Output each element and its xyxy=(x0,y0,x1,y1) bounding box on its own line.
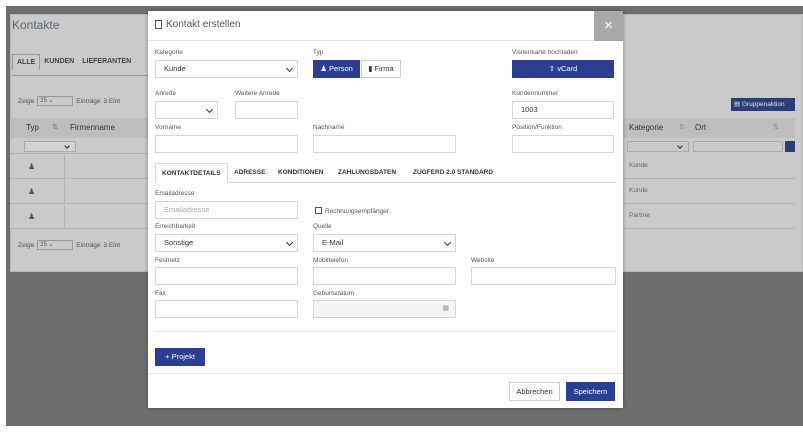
salutation-select[interactable] xyxy=(155,101,218,119)
plus-icon: + xyxy=(165,352,170,361)
invoice-recipient-label: Rechnungsempfänger xyxy=(325,208,389,215)
table-row[interactable]: ♟ xyxy=(10,205,148,229)
vcard-upload-button[interactable]: ⇧ vCard xyxy=(512,60,614,78)
type-filter-select[interactable] xyxy=(24,141,76,152)
tab-conditions[interactable]: KONDITIONEN xyxy=(272,163,330,183)
page-title: Kontakte xyxy=(12,18,60,32)
fax-label: Fax xyxy=(155,290,166,297)
modal-title: Kontakt erstellen xyxy=(155,19,241,30)
vcard-label: Visitenkarte hochladen xyxy=(512,49,578,56)
last-name-input[interactable] xyxy=(313,135,456,153)
further-salutation-label: Weitere Anrede xyxy=(235,90,280,97)
tab-all[interactable]: ALLE xyxy=(12,54,41,70)
page-size-top: Zeige 25 ⌄ Einträge 3 Eint xyxy=(18,96,121,106)
category-label: Kategorie xyxy=(155,49,183,56)
chevron-down-icon xyxy=(443,238,452,247)
fax-input[interactable] xyxy=(155,300,298,318)
building-icon: ▮ xyxy=(368,64,373,73)
email-label: Emailadresse xyxy=(155,190,195,197)
last-name-label: Nachname xyxy=(313,124,345,131)
filter-button[interactable] xyxy=(785,141,795,152)
contacts-tabs: ALLE KUNDEN LIEFERANTEN xyxy=(12,54,135,70)
footer-divider xyxy=(148,373,623,374)
landline-label: Festnetz xyxy=(155,257,180,264)
tab-customers[interactable]: KUNDEN xyxy=(40,54,78,70)
first-name-input[interactable] xyxy=(155,135,298,153)
table-filter-row-right xyxy=(623,139,795,154)
group-action-button[interactable]: ▤ Gruppenaktion xyxy=(731,98,795,111)
save-button[interactable]: Speichern xyxy=(566,382,615,401)
source-select[interactable]: E-Mail xyxy=(313,234,456,252)
chevron-down-icon xyxy=(285,64,294,73)
table-row[interactable]: ♟ xyxy=(10,180,148,204)
page-size-bottom: Zeige 25 ⌄ Einträge 3 Eint xyxy=(18,240,121,250)
close-button[interactable]: × xyxy=(594,11,623,41)
city-filter-input[interactable] xyxy=(693,141,783,152)
birthdate-input[interactable]: ▦ xyxy=(313,300,456,318)
chevron-down-icon xyxy=(64,143,70,149)
customer-number-input[interactable]: 1003 xyxy=(512,101,614,119)
mobile-label: Mobiltelefon xyxy=(313,257,349,264)
calendar-icon: ▦ xyxy=(442,305,449,312)
table-row[interactable]: Partner xyxy=(623,205,795,229)
person-icon: ♟ xyxy=(28,212,36,221)
contact-tabs: KONTAKTDETAILS ADRESSE KONDITIONEN ZAHLU… xyxy=(155,163,616,183)
category-select[interactable]: Kunde xyxy=(155,60,298,78)
availability-label: Erreichbarkeit xyxy=(155,223,196,230)
section-divider xyxy=(155,331,616,332)
chevron-down-icon xyxy=(677,143,683,149)
sort-icon: ⇅ xyxy=(773,124,779,131)
page-size-select[interactable]: 25 ⌄ xyxy=(37,240,74,250)
tab-suppliers[interactable]: LIEFERANTEN xyxy=(78,54,135,70)
category-filter-select[interactable] xyxy=(627,141,689,152)
person-icon: ♟ xyxy=(28,162,36,171)
table-row[interactable]: Kunde xyxy=(623,155,795,179)
first-name-label: Vorname xyxy=(155,124,182,131)
source-label: Quelle xyxy=(313,223,332,230)
position-input[interactable] xyxy=(512,135,614,153)
modal-header: Kontakt erstellen × xyxy=(148,11,623,41)
chevron-down-icon xyxy=(205,105,214,114)
person-icon: ♟ xyxy=(28,187,36,196)
salutation-label: Anrede xyxy=(155,90,176,97)
landline-input[interactable] xyxy=(155,267,298,285)
table-header-right: Kategorie ⇅ Ort ⇅ xyxy=(623,118,795,138)
person-button[interactable]: ♟ Person xyxy=(313,60,360,78)
upload-icon: ⇧ xyxy=(548,64,556,73)
cancel-button[interactable]: Abbrechen xyxy=(509,382,560,401)
website-label: Website xyxy=(471,257,495,264)
email-input[interactable]: Emailadresse xyxy=(155,201,298,219)
tab-contact-details[interactable]: KONTAKTDETAILS xyxy=(155,163,228,183)
company-button[interactable]: ▮ Firma xyxy=(361,60,401,78)
invoice-recipient-checkbox[interactable] xyxy=(315,207,322,214)
table-row[interactable]: Kunde xyxy=(623,180,795,204)
sort-icon: ⇅ xyxy=(52,124,58,131)
create-contact-modal: Kontakt erstellen × Kategorie Kunde Typ … xyxy=(148,11,623,408)
tab-payment-data[interactable]: ZAHLUNGSDATEN xyxy=(332,163,402,183)
document-icon xyxy=(155,20,162,29)
table-filter-row xyxy=(10,139,148,154)
sort-icon: ⇅ xyxy=(679,124,685,131)
availability-select[interactable]: Sonstige xyxy=(155,234,298,252)
table-row[interactable]: ♟ xyxy=(10,155,148,179)
page-size-select[interactable]: 25 ⌄ xyxy=(37,96,74,106)
chevron-down-icon xyxy=(285,238,294,247)
type-label: Typ xyxy=(313,49,324,56)
tab-zugferd[interactable]: ZUGFERD 2.0 STANDARD xyxy=(407,163,499,183)
customer-number-label: Kundennummer xyxy=(512,90,559,97)
add-project-button[interactable]: + Projekt xyxy=(155,348,205,366)
person-icon: ♟ xyxy=(320,64,327,73)
birthdate-label: Geburtsdatum xyxy=(313,290,355,297)
table-header: Typ ⇅ Firmenname xyxy=(10,118,148,138)
website-input[interactable] xyxy=(471,267,616,285)
tabs-divider xyxy=(12,75,148,76)
position-label: Position/Funktion xyxy=(512,124,562,131)
further-salutation-input[interactable] xyxy=(235,101,298,119)
tab-address[interactable]: ADRESSE xyxy=(228,163,271,183)
mobile-input[interactable] xyxy=(313,267,456,285)
